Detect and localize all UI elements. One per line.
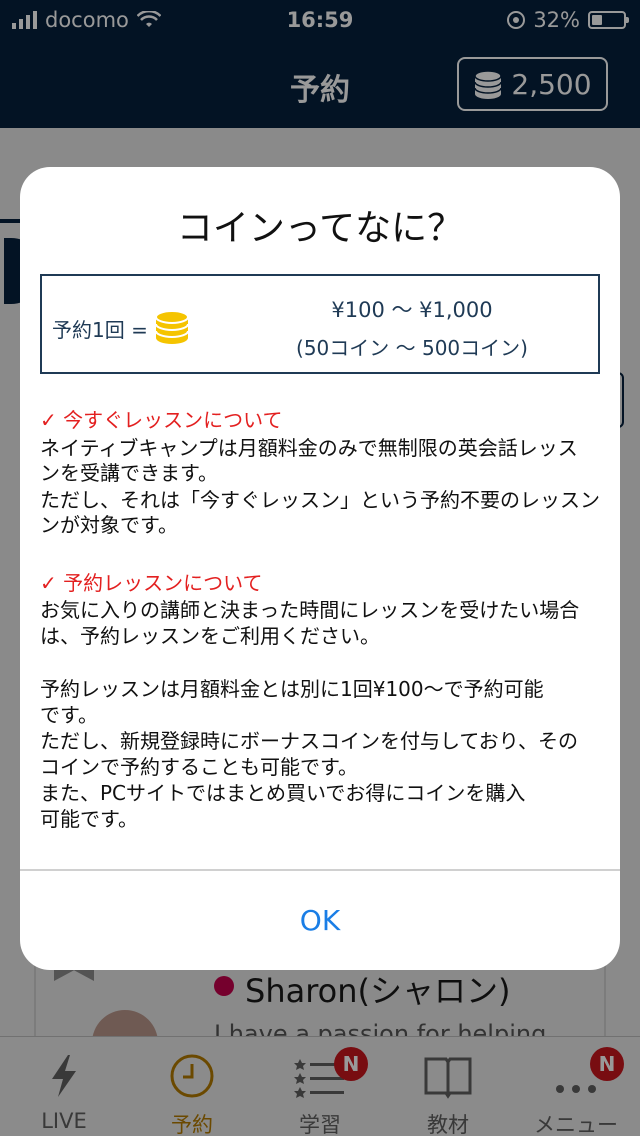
rate-yen-range: ¥100 ～ ¥1,000 (331, 298, 493, 322)
body-line: 予約レッスンは月額料金とは別に1回¥100～で予約可能 (40, 677, 544, 701)
body-line: です。 (40, 703, 98, 727)
section-heading: ✓ 今すぐレッスンについて (40, 408, 283, 432)
dialog-title: コインってなに？ (176, 208, 464, 249)
body-line: また、PCサイトではまとめ買いでお得にコインを購入 (40, 781, 526, 805)
body-line: ただし、新規登録時にボーナスコインを付与しており、その (40, 729, 578, 753)
body-line: は、予約レッスンをご利用ください。 (40, 624, 380, 648)
rate-box: 予約1回 = ¥100 ～ ¥1,000 (50コイン ～ 500コイン) (40, 274, 600, 374)
coin-stack-icon (155, 310, 189, 344)
rate-coin-range: (50コイン ～ 500コイン) (296, 336, 528, 360)
coin-info-dialog: コインってなに？ 予約1回 = ¥100 ～ ¥1,000 (50コイン ～ 5… (20, 167, 620, 970)
body-line: 可能です。 (40, 807, 138, 831)
body-line: ンが対象です。 (40, 513, 178, 537)
body-line: コインで予約することも可能です。 (40, 755, 358, 779)
body-line: お気に入りの講師と決まった時間にレッスンを受けたい場合 (40, 598, 580, 622)
rate-label: 予約1回 = (52, 318, 148, 342)
body-line: ンを受講できます。 (40, 461, 218, 485)
section-heading: ✓ 予約レッスンについて (40, 571, 263, 595)
ok-button[interactable]: OK (20, 871, 620, 970)
